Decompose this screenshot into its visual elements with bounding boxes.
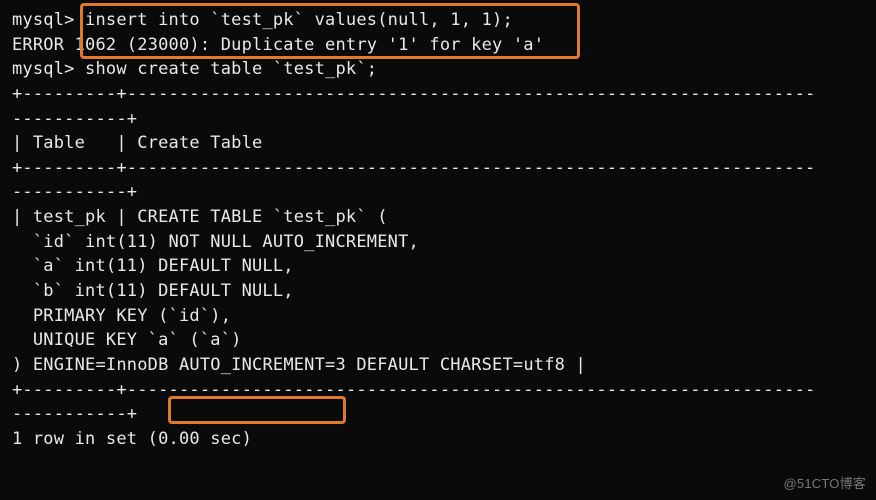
column-a: `a` int(11) DEFAULT NULL, xyxy=(12,254,864,279)
unique-key: UNIQUE KEY `a` (`a`) xyxy=(12,328,864,353)
insert-command: insert into `test_pk` values(null, 1, 1)… xyxy=(85,10,513,30)
separator: -----------+ xyxy=(12,107,864,132)
separator: -----------+ xyxy=(12,402,864,427)
column-b: `b` int(11) DEFAULT NULL, xyxy=(12,279,864,304)
separator: +---------+-----------------------------… xyxy=(12,156,864,181)
show-command-line: mysql> show create table `test_pk`; xyxy=(12,57,864,82)
primary-key: PRIMARY KEY (`id`), xyxy=(12,304,864,329)
insert-command-line: mysql> insert into `test_pk` values(null… xyxy=(12,8,864,33)
result-summary: 1 row in set (0.00 sec) xyxy=(12,427,864,452)
error-line: ERROR 1062 (23000): Duplicate entry '1' … xyxy=(12,33,864,58)
engine-prefix: ) ENGINE=InnoDB xyxy=(12,355,179,375)
watermark: @51CTO博客 xyxy=(784,475,866,494)
separator: -----------+ xyxy=(12,180,864,205)
create-table-open: | test_pk | CREATE TABLE `test_pk` ( xyxy=(12,205,864,230)
prompt: mysql> xyxy=(12,10,85,30)
column-id: `id` int(11) NOT NULL AUTO_INCREMENT, xyxy=(12,230,864,255)
separator: +---------+-----------------------------… xyxy=(12,82,864,107)
engine-line: ) ENGINE=InnoDB AUTO_INCREMENT=3 DEFAULT… xyxy=(12,353,864,378)
table-header: | Table | Create Table xyxy=(12,131,864,156)
separator: +---------+-----------------------------… xyxy=(12,378,864,403)
auto-increment-value: AUTO_INCREMENT=3 xyxy=(179,355,346,375)
engine-suffix: DEFAULT CHARSET=utf8 | xyxy=(346,355,586,375)
show-command: show create table `test_pk`; xyxy=(85,59,377,79)
prompt: mysql> xyxy=(12,59,85,79)
